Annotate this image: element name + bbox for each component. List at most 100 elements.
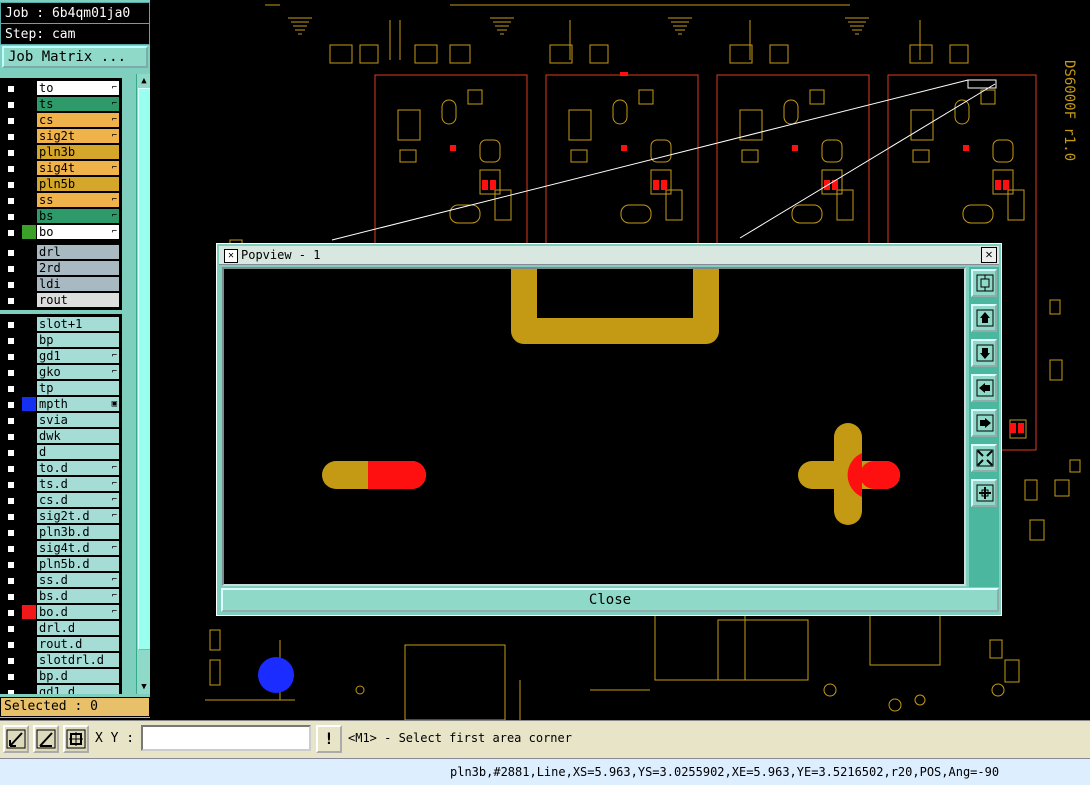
- layer-row-pln3b[interactable]: pln3b: [0, 144, 136, 160]
- layer-row-bp[interactable]: bp: [0, 332, 136, 348]
- layer-checkbox[interactable]: [5, 399, 17, 411]
- layer-row-drl[interactable]: drl: [0, 244, 136, 260]
- layer-name[interactable]: mpth ▣: [37, 397, 119, 411]
- layer-row-pln5b-d[interactable]: pln5b.d: [0, 556, 136, 572]
- layer-row-sig4t[interactable]: sig4t ⌐: [0, 160, 136, 176]
- layer-checkbox[interactable]: [5, 319, 17, 331]
- window-menu-icon[interactable]: ✕: [224, 249, 238, 263]
- layer-color-swatch[interactable]: [22, 493, 36, 507]
- layer-color-swatch[interactable]: [22, 145, 36, 159]
- layer-checkbox[interactable]: [5, 479, 17, 491]
- layer-name[interactable]: bo ⌐: [37, 225, 119, 239]
- pan-down-button[interactable]: [971, 339, 997, 367]
- layer-checkbox[interactable]: [5, 495, 17, 507]
- layer-name[interactable]: dwk: [37, 429, 119, 443]
- layer-name[interactable]: bs ⌐: [37, 209, 119, 223]
- layer-color-swatch[interactable]: [22, 245, 36, 259]
- popview-window[interactable]: ✕ Popview - 1 ✕ Close: [216, 243, 1002, 616]
- layer-checkbox[interactable]: [5, 591, 17, 603]
- layer-color-swatch[interactable]: [22, 113, 36, 127]
- layer-checkbox[interactable]: [5, 655, 17, 667]
- layer-checkbox[interactable]: [5, 431, 17, 443]
- layer-name[interactable]: bs.d ⌐: [37, 589, 119, 603]
- layer-name[interactable]: ss ⌐: [37, 193, 119, 207]
- layer-name[interactable]: d: [37, 445, 119, 459]
- layer-name[interactable]: pln5b.d: [37, 557, 119, 571]
- layer-checkbox[interactable]: [5, 115, 17, 127]
- layer-name[interactable]: bp: [37, 333, 119, 347]
- grid-button[interactable]: [63, 725, 89, 753]
- layer-row-ldi[interactable]: ldi: [0, 276, 136, 292]
- pan-left-button[interactable]: [971, 374, 997, 402]
- layer-list-scrollbar[interactable]: ▲ ▼: [136, 74, 151, 694]
- layer-row-tp[interactable]: tp: [0, 380, 136, 396]
- layer-checkbox[interactable]: [5, 195, 17, 207]
- layer-row-sig2t-d[interactable]: sig2t.d ⌐: [0, 508, 136, 524]
- layer-checkbox[interactable]: [5, 447, 17, 459]
- layer-row-bp-d[interactable]: bp.d: [0, 668, 136, 684]
- layer-color-swatch[interactable]: [22, 317, 36, 331]
- layer-name[interactable]: slot+1: [37, 317, 119, 331]
- layer-color-swatch[interactable]: [22, 509, 36, 523]
- layer-name[interactable]: pln5b: [37, 177, 119, 191]
- layer-name[interactable]: bo.d ⌐: [37, 605, 119, 619]
- layer-checkbox[interactable]: [5, 559, 17, 571]
- layer-color-swatch[interactable]: [22, 349, 36, 363]
- layer-checkbox[interactable]: [5, 351, 17, 363]
- layer-checkbox[interactable]: [5, 383, 17, 395]
- layer-color-swatch[interactable]: [22, 209, 36, 223]
- layer-row-sig2t[interactable]: sig2t ⌐: [0, 128, 136, 144]
- layer-row-bs[interactable]: bs ⌐: [0, 208, 136, 224]
- layer-color-swatch[interactable]: [22, 225, 36, 239]
- layer-checkbox[interactable]: [5, 511, 17, 523]
- layer-name[interactable]: sig2t.d ⌐: [37, 509, 119, 523]
- pan-up-button[interactable]: [971, 304, 997, 332]
- layer-checkbox[interactable]: [5, 83, 17, 95]
- layer-name[interactable]: sig4t.d ⌐: [37, 541, 119, 555]
- scroll-up-icon[interactable]: ▲: [138, 75, 150, 87]
- alert-button[interactable]: !: [316, 725, 342, 753]
- layer-name[interactable]: to.d ⌐: [37, 461, 119, 475]
- layer-name[interactable]: ss.d ⌐: [37, 573, 119, 587]
- layer-name[interactable]: gd1 ⌐: [37, 349, 119, 363]
- layer-row-rout[interactable]: rout: [0, 292, 136, 308]
- layer-row-ss[interactable]: ss ⌐: [0, 192, 136, 208]
- layer-checkbox[interactable]: [5, 367, 17, 379]
- layer-checkbox[interactable]: [5, 227, 17, 239]
- layer-row-bo[interactable]: bo ⌐: [0, 224, 136, 240]
- layer-color-swatch[interactable]: [22, 445, 36, 459]
- layer-row-pln5b[interactable]: pln5b: [0, 176, 136, 192]
- layer-checkbox[interactable]: [5, 179, 17, 191]
- layer-row-ts-d[interactable]: ts.d ⌐: [0, 476, 136, 492]
- layer-row-slotdrl-d[interactable]: slotdrl.d: [0, 652, 136, 668]
- layer-checkbox[interactable]: [5, 163, 17, 175]
- popview-titlebar[interactable]: ✕ Popview - 1 ✕: [219, 246, 999, 265]
- layer-color-swatch[interactable]: [22, 685, 36, 694]
- layer-name[interactable]: 2rd: [37, 261, 119, 275]
- measure-button[interactable]: [33, 725, 59, 753]
- layer-name[interactable]: sig2t ⌐: [37, 129, 119, 143]
- layer-checkbox[interactable]: [5, 607, 17, 619]
- layer-color-swatch[interactable]: [22, 669, 36, 683]
- layer-row-ss-d[interactable]: ss.d ⌐: [0, 572, 136, 588]
- layer-color-swatch[interactable]: [22, 81, 36, 95]
- layer-color-swatch[interactable]: [22, 261, 36, 275]
- layer-color-swatch[interactable]: [22, 525, 36, 539]
- layer-name[interactable]: gd1.d: [37, 685, 119, 694]
- layer-color-swatch[interactable]: [22, 541, 36, 555]
- layer-color-swatch[interactable]: [22, 365, 36, 379]
- layer-color-swatch[interactable]: [22, 429, 36, 443]
- layer-row-mpth[interactable]: mpth ▣: [0, 396, 136, 412]
- layer-name[interactable]: bp.d: [37, 669, 119, 683]
- layer-color-swatch[interactable]: [22, 477, 36, 491]
- layer-name[interactable]: pln3b.d: [37, 525, 119, 539]
- layer-row-2rd[interactable]: 2rd: [0, 260, 136, 276]
- layer-name[interactable]: drl: [37, 245, 119, 259]
- layer-name[interactable]: gko ⌐: [37, 365, 119, 379]
- zoom-in-button[interactable]: [971, 479, 997, 507]
- layer-color-swatch[interactable]: [22, 605, 36, 619]
- layer-checkbox[interactable]: [5, 335, 17, 347]
- layer-color-swatch[interactable]: [22, 277, 36, 291]
- layer-name[interactable]: rout: [37, 293, 119, 307]
- layer-checkbox[interactable]: [5, 575, 17, 587]
